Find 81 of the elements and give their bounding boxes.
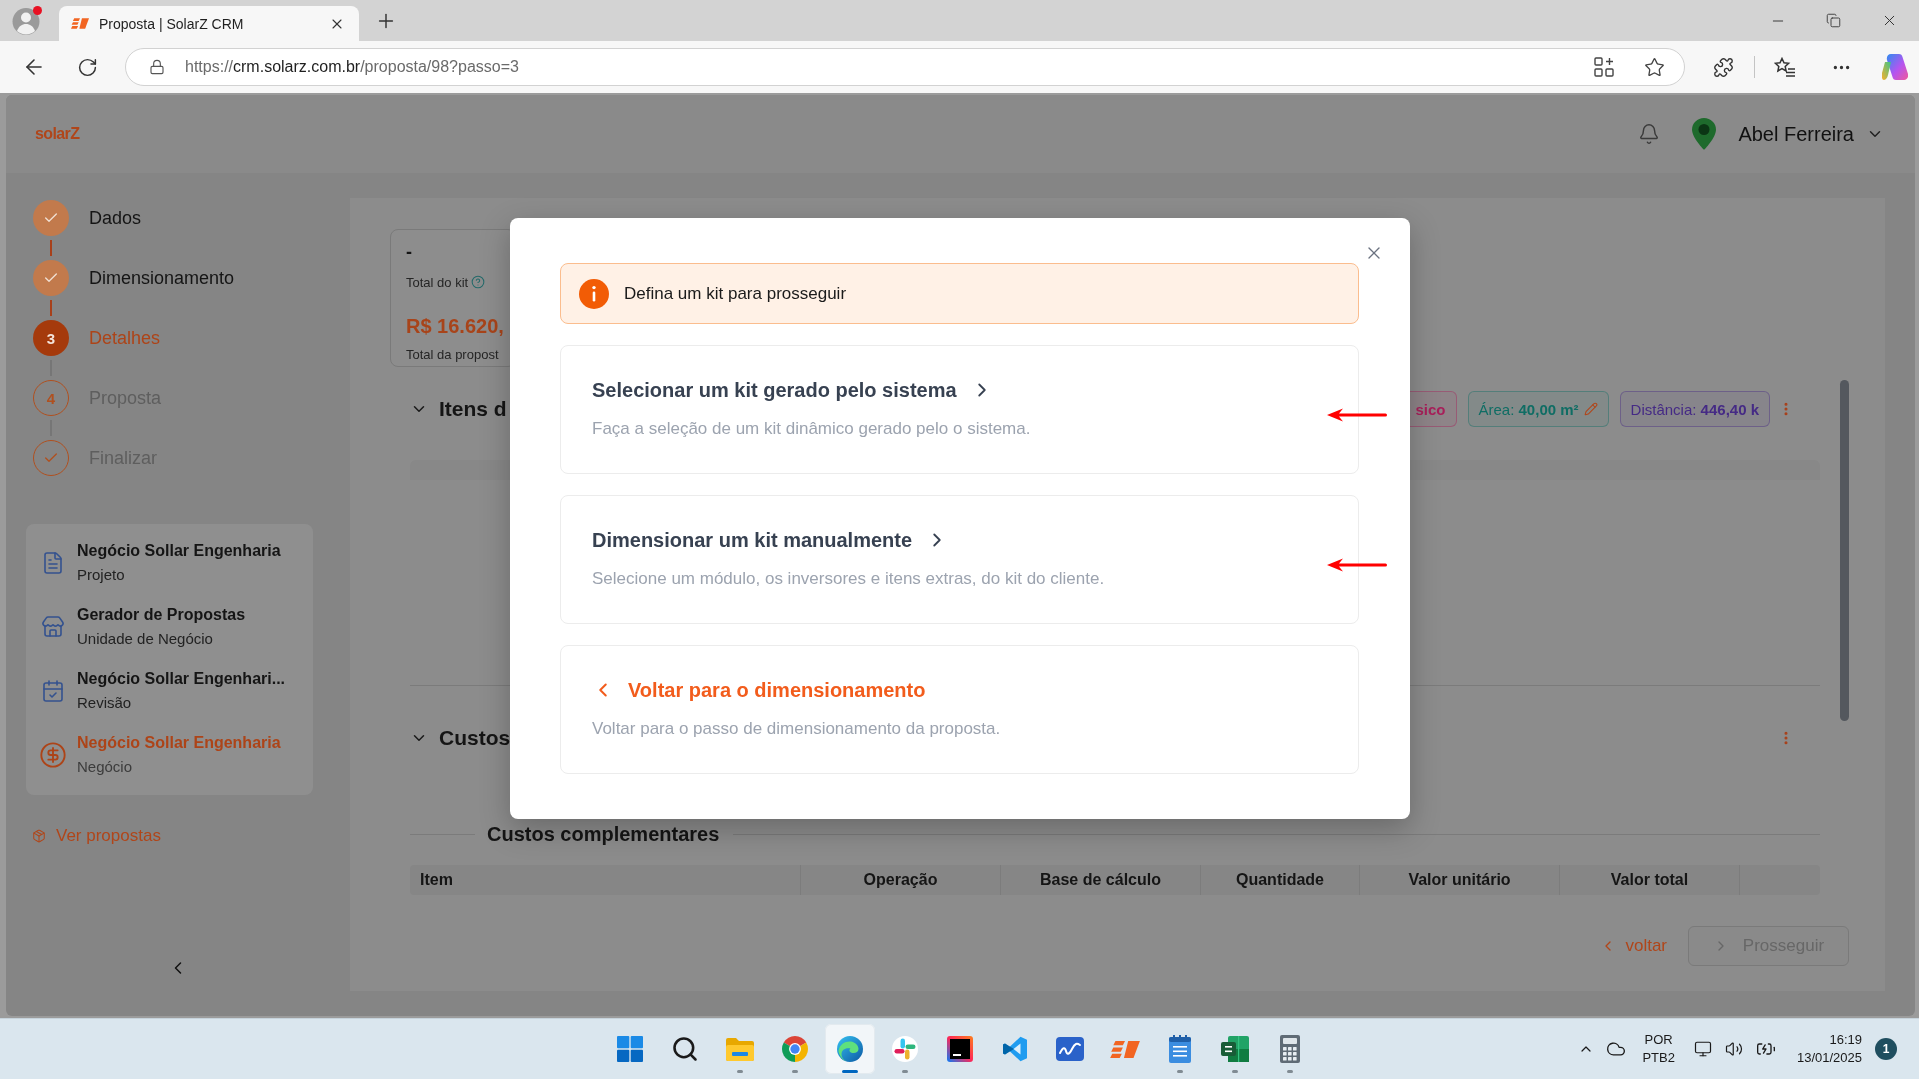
volume-icon[interactable]	[1724, 1040, 1743, 1058]
browser-icon[interactable]	[836, 1036, 863, 1062]
step-marker[interactable]	[33, 200, 69, 236]
package-icon	[32, 829, 46, 843]
cloud-icon[interactable]	[1606, 1039, 1627, 1059]
section-title: Itens d	[439, 397, 507, 421]
context-subtitle: Projeto	[77, 565, 126, 585]
refresh-icon[interactable]	[77, 56, 98, 78]
extensions-icon[interactable]	[1713, 56, 1734, 78]
start-icon[interactable]	[616, 1036, 643, 1062]
column-header: Valor total	[1559, 865, 1739, 895]
address-bar[interactable]: https://crm.solarz.com.br/proposta/98?passo=3	[125, 48, 1685, 86]
language-code[interactable]: POR	[1644, 1031, 1673, 1049]
clock-date[interactable]: 13/01/2025	[1796, 1049, 1862, 1067]
step-number[interactable]: 3	[33, 320, 69, 356]
notepad-icon[interactable]	[1168, 1035, 1191, 1063]
subsection-title: Custos complementares	[487, 822, 720, 846]
profile-avatar-icon[interactable]	[12, 6, 42, 35]
url-text[interactable]: https://crm.solarz.com.br/proposta/98?passo=3	[185, 58, 519, 76]
info-icon	[579, 278, 609, 309]
option-card[interactable]: Dimensionar um kit manualmente Selecione um módulo, os inversores e itens extras, do kit do cliente.	[560, 495, 1359, 624]
pinwheel-logo-icon[interactable]	[891, 1036, 918, 1062]
user-name[interactable]: Abel Ferreira	[1738, 122, 1854, 146]
column-header: Operação	[800, 865, 1000, 895]
code-editor-icon[interactable]	[1001, 1036, 1028, 1062]
step-label[interactable]: Dados	[89, 207, 142, 229]
search-icon[interactable]	[670, 1035, 699, 1063]
map-pin-icon[interactable]	[1692, 118, 1717, 150]
option-description: Faça a seleção de um kit dinâmico gerado pelo o sistema.	[592, 418, 1032, 440]
column-header: Item	[419, 870, 454, 890]
gradient-logo-icon[interactable]	[1882, 54, 1908, 80]
context-subtitle: Unidade de Negócio	[77, 629, 214, 649]
notification-badge[interactable]: 1	[1875, 1038, 1897, 1060]
calculator-icon[interactable]	[1279, 1035, 1300, 1063]
apps-icon[interactable]	[1594, 57, 1614, 77]
tag-text: sico	[1415, 400, 1446, 418]
lock-icon[interactable]	[149, 59, 165, 75]
scrollbar-thumb[interactable]	[1840, 380, 1849, 721]
alert-message: Defina um kit para prosseguir	[624, 283, 847, 304]
kit-value: -	[406, 241, 413, 263]
clock-time[interactable]: 16:19	[1829, 1031, 1862, 1049]
store-icon	[41, 615, 65, 639]
context-title[interactable]: Negócio Sollar Engenharia	[77, 541, 281, 561]
document-icon	[41, 551, 65, 575]
column-header: Base de cálculo	[1000, 865, 1200, 895]
folder-icon[interactable]	[725, 1037, 754, 1061]
option-description: Selecione um módulo, os inversores e itens extras, do kit do cliente.	[592, 568, 1106, 590]
keyboard-layout[interactable]: PTB2	[1642, 1049, 1675, 1067]
bell-icon[interactable]	[1638, 123, 1661, 145]
option-card[interactable]: Voltar para o dimensionamento Voltar para o passo de dimensionamento da proposta.	[560, 645, 1359, 774]
column-header: Valor unitário	[1359, 865, 1559, 895]
context-subtitle: Negócio	[77, 757, 134, 777]
favorites-icon[interactable]	[1774, 57, 1796, 77]
step-label[interactable]: Dimensionamento	[89, 267, 235, 289]
tag-text: Distância: 446,40 k	[1630, 400, 1759, 418]
dollar-icon	[39, 741, 67, 769]
option-title: Selecionar um kit gerado pelo sistema	[592, 378, 957, 402]
section-title: Custos	[439, 726, 511, 750]
option-title: Dimensionar um kit manualmente	[592, 528, 913, 552]
context-title[interactable]: Negócio Sollar Engenhari...	[77, 669, 286, 689]
option-description: Voltar para o passo de dimensionamento da proposta.	[592, 718, 1002, 740]
network-icon[interactable]	[1693, 1040, 1712, 1058]
app-logo-icon[interactable]	[946, 1036, 973, 1062]
star-icon[interactable]	[1644, 56, 1665, 78]
spreadsheet-icon[interactable]	[1220, 1036, 1249, 1062]
option-card[interactable]: Selecionar um kit gerado pelo sistema Faça a seleção de um kit dinâmico gerado pelo o sistema.	[560, 345, 1359, 474]
whiteboard-icon[interactable]	[1055, 1037, 1084, 1061]
total-value: R$ 16.620,	[406, 314, 505, 338]
restore-icon[interactable]	[1826, 13, 1841, 28]
column-header: Quantidade	[1200, 865, 1359, 895]
context-title[interactable]: Gerador de Propostas	[77, 605, 246, 625]
step-marker[interactable]	[33, 260, 69, 296]
option-title: Voltar para o dimensionamento	[628, 678, 926, 702]
tab-logo-icon	[71, 18, 89, 29]
tag-text: Área: 40,00 m²	[1478, 400, 1579, 418]
context-subtitle: Revisão	[77, 693, 133, 713]
browser-icon[interactable]	[781, 1036, 808, 1062]
browser-tab[interactable]: Proposta | SolarZ CRM	[59, 6, 359, 41]
kit-label: Total do kit	[406, 274, 469, 290]
total-label: Total da propost	[406, 346, 500, 364]
calendar-icon	[41, 679, 65, 703]
